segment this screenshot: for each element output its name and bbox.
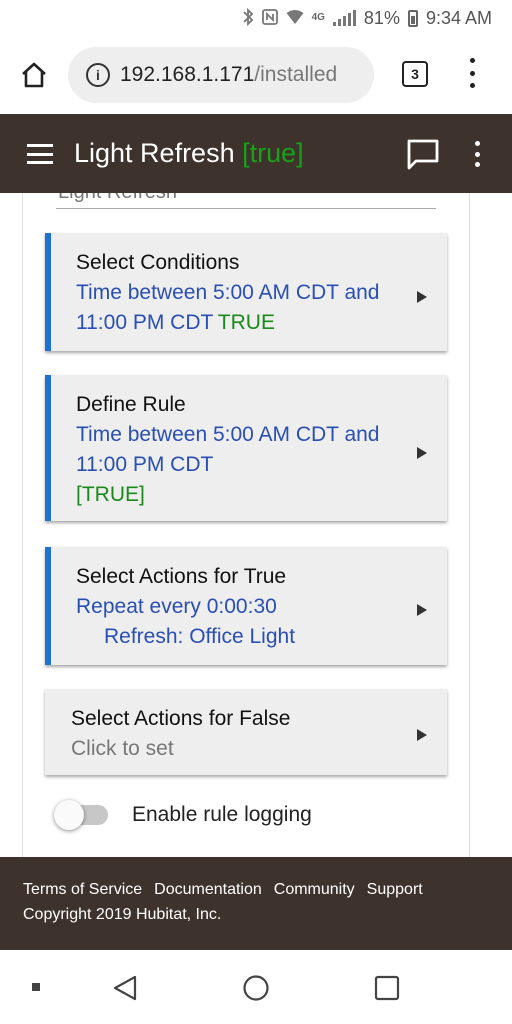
select-actions-true-card[interactable]: Select Actions for True Repeat every 0:0… [45,547,447,665]
browser-toolbar: i 192.168.1.171/installed 3 [0,36,512,114]
app-title-text: Light Refresh [74,138,235,168]
chevron-right-icon [417,291,427,303]
card-title: Select Conditions [76,251,240,274]
nfc-icon [261,8,278,28]
header-more-vert-icon[interactable] [470,141,484,167]
footer-link-terms[interactable]: Terms of Service [23,881,142,899]
rule-logging-row: Enable rule logging [54,800,312,830]
battery-percent: 81% [363,7,400,28]
signal-icon [332,10,356,26]
info-icon[interactable]: i [86,63,110,87]
section-label: Light Refresh [58,193,177,204]
card-summary-line2: 11:00 PM CDT [76,311,214,334]
system-nav-bar [0,950,512,1024]
browser-more-vert-icon[interactable] [462,58,482,88]
card-summary-line2: Refresh: Office Light [104,625,296,648]
card-summary-line1: Time between 5:00 AM CDT and [76,423,380,446]
card-hint: Click to set [71,737,174,760]
card-summary-line2: 11:00 PM CDT [76,453,214,476]
toggle-thumb [54,800,84,830]
rule-logging-label: Enable rule logging [132,803,312,826]
back-icon[interactable] [113,975,137,1001]
rule-logging-toggle[interactable] [54,800,108,830]
overview-square-icon[interactable] [374,975,400,1001]
app-header: Light Refresh [true] [0,114,512,193]
section-divider [56,208,436,209]
card-summary-line1: Repeat every 0:00:30 [76,595,277,618]
footer-links: Terms of Service Documentation Community… [23,881,512,899]
recents-dot-icon[interactable] [32,983,40,991]
page-footer: Terms of Service Documentation Community… [0,857,512,950]
wifi-icon [286,9,304,28]
chat-icon[interactable] [406,138,440,175]
bluetooth-icon [242,7,254,29]
card-summary-line1: Time between 5:00 AM CDT and [76,281,380,304]
select-conditions-card[interactable]: Select Conditions Time between 5:00 AM C… [45,233,447,351]
status-bar: 4G 81% 9:34 AM [0,0,512,36]
app-title-state: [true] [242,138,304,168]
chevron-right-icon [417,729,427,741]
chevron-right-icon [417,604,427,616]
footer-link-community[interactable]: Community [274,881,355,899]
menu-icon[interactable] [27,144,53,164]
card-state: TRUE [217,311,275,334]
main-content: Light Refresh Select Conditions Time bet… [0,193,512,857]
url-path: /installed [254,63,338,86]
status-time: 9:34 AM [425,7,492,28]
card-title: Select Actions for True [76,565,287,588]
card-state: [TRUE] [76,483,145,506]
battery-icon [407,9,418,27]
card-title: Select Actions for False [71,707,291,730]
page-title: Light Refresh [true] [74,138,304,169]
home-icon [22,62,46,88]
network-type: 4G [311,12,325,23]
footer-link-documentation[interactable]: Documentation [154,881,262,899]
chevron-right-icon [417,447,427,459]
url-host: 192.168.1.171 [120,63,255,86]
footer-link-support[interactable]: Support [367,881,423,899]
footer-copyright: Copyright 2019 Hubitat, Inc. [23,906,222,923]
home-circle-icon[interactable] [243,975,269,1001]
card-title: Define Rule [76,393,186,416]
browser-home-button[interactable] [0,36,68,114]
define-rule-card[interactable]: Define Rule Time between 5:00 AM CDT and… [45,375,447,521]
select-actions-false-card[interactable]: Select Actions for False Click to set [45,689,447,775]
address-bar[interactable]: i 192.168.1.171/installed [68,47,374,103]
tabs-icon[interactable]: 3 [402,61,428,87]
